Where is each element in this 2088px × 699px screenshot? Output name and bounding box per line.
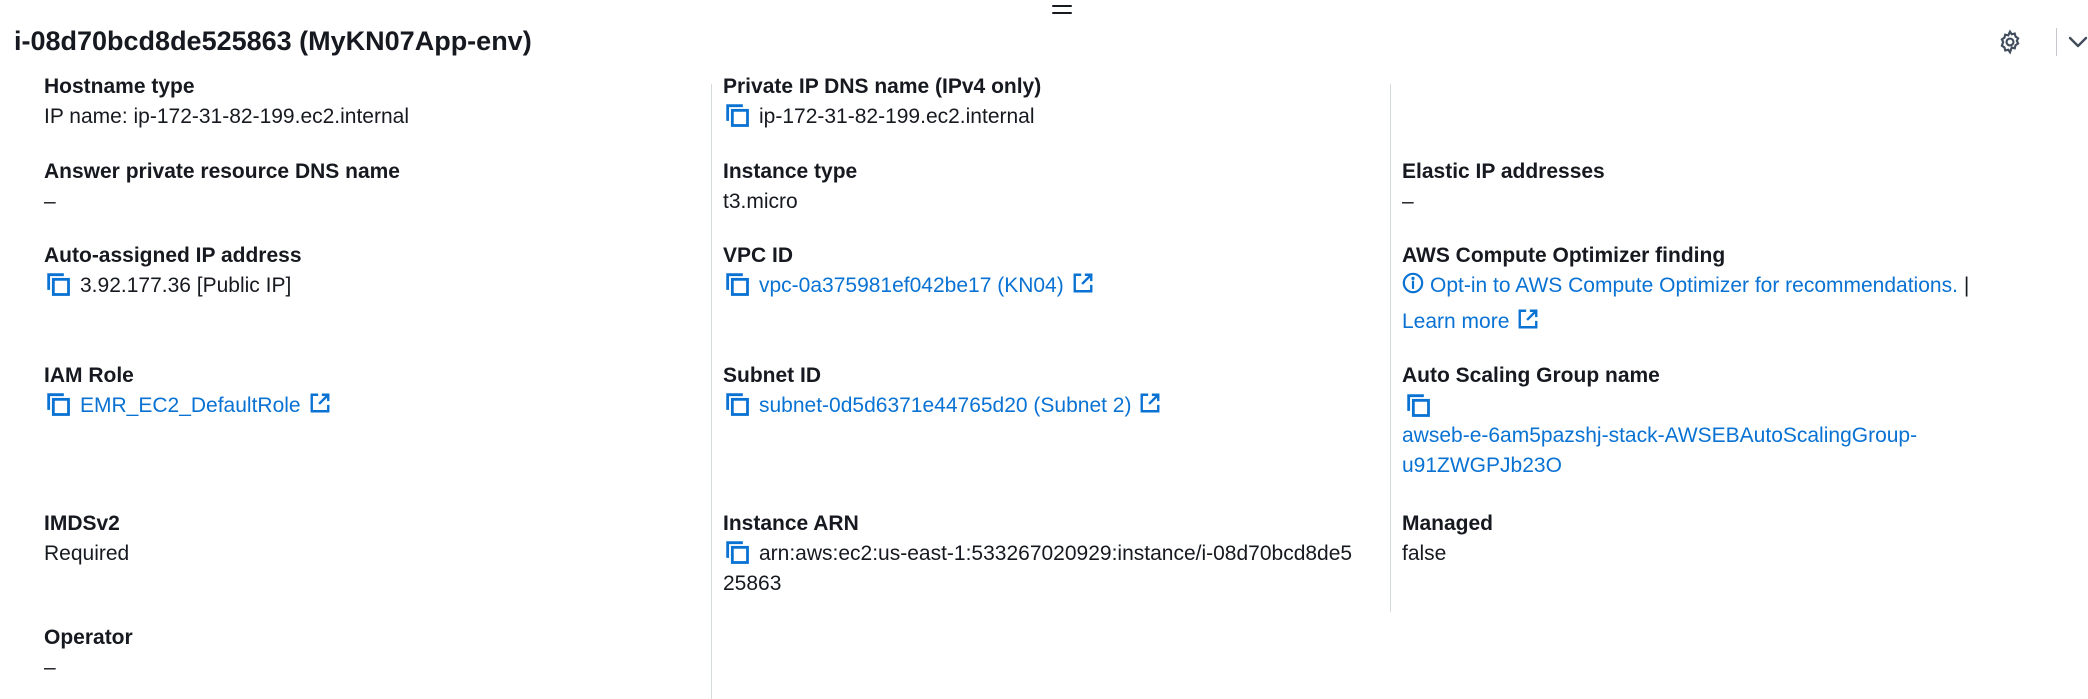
field-label: Auto Scaling Group name [1402, 364, 1660, 387]
copy-icon[interactable] [723, 270, 751, 298]
copy-icon[interactable] [723, 101, 751, 129]
field-label: Hostname type [44, 75, 195, 98]
field-value: – [44, 656, 56, 679]
field-vpc-id: VPC ID vpc-0a375981ef042be17 (KN04) [723, 241, 1094, 301]
chevron-down-icon [2068, 36, 2088, 48]
field-elastic-ip: Elastic IP addresses – [1402, 157, 1605, 217]
field-label: Answer private resource DNS name [44, 160, 400, 183]
settings-button[interactable] [1994, 26, 2026, 58]
field-value: t3.micro [723, 190, 798, 213]
copy-icon[interactable] [723, 390, 751, 418]
instance-details-header: i-08d70bcd8de525863 (MyKN07App-env) [14, 22, 2088, 62]
column-divider-2 [1390, 84, 1391, 612]
copy-icon[interactable] [723, 538, 751, 566]
field-subnet-id: Subnet ID subnet-0d5d6371e44765d20 (Subn… [723, 361, 1161, 421]
field-private-dns: Private IP DNS name (IPv4 only) ip-172-3… [723, 72, 1041, 132]
gear-icon [2000, 29, 2020, 55]
external-link-icon[interactable] [1517, 308, 1539, 330]
copy-icon[interactable] [44, 390, 72, 418]
field-iam-role: IAM Role EMR_EC2_DefaultRole [44, 361, 331, 421]
field-value: – [1402, 190, 1414, 213]
field-label: Subnet ID [723, 364, 821, 387]
field-label: Private IP DNS name (IPv4 only) [723, 75, 1042, 98]
external-link-icon[interactable] [1139, 392, 1161, 414]
field-value: Required [44, 542, 130, 565]
field-auto-assigned-ip: Auto-assigned IP address 3.92.177.36 [Pu… [44, 241, 302, 301]
field-value: – [44, 190, 56, 213]
page-title: i-08d70bcd8de525863 (MyKN07App-env) [14, 26, 532, 56]
field-value: arn:aws:ec2:us-east-1:533267020929:insta… [759, 542, 1353, 565]
optimizer-opt-in-link[interactable]: Opt-in to AWS Compute Optimizer for reco… [1430, 271, 1958, 301]
field-operator: Operator – [44, 623, 133, 683]
field-value: 3.92.177.36 [Public IP] [80, 274, 292, 297]
field-label: IMDSv2 [44, 512, 120, 535]
external-link-icon[interactable] [309, 392, 331, 414]
copy-icon[interactable] [44, 270, 72, 298]
field-instance-arn: Instance ARN arn:aws:ec2:us-east-1:53326… [723, 509, 1352, 599]
learn-more-link[interactable]: Learn more [1402, 307, 1509, 337]
field-value: ip-172-31-82-199.ec2.internal [759, 105, 1035, 128]
field-label: Elastic IP addresses [1402, 160, 1605, 183]
field-label: AWS Compute Optimizer finding [1402, 244, 1726, 267]
field-auto-scaling-group: Auto Scaling Group name awseb-e-6am5pazs… [1402, 361, 1917, 481]
external-link-icon[interactable] [1072, 272, 1094, 294]
column-divider-1 [711, 84, 712, 699]
field-label: VPC ID [723, 244, 794, 267]
field-value-continued: 25863 [723, 572, 782, 595]
field-value: IP name: ip-172-31-82-199.ec2.internal [44, 105, 410, 128]
field-instance-type: Instance type t3.micro [723, 157, 857, 217]
collapse-button[interactable] [2062, 26, 2088, 58]
field-label: Instance ARN [723, 512, 859, 535]
drag-handle-icon[interactable] [1052, 5, 1072, 17]
info-icon [1402, 272, 1424, 294]
field-answer-dns: Answer private resource DNS name – [44, 157, 400, 217]
header-separator [2056, 28, 2057, 56]
copy-icon[interactable] [1404, 391, 1432, 419]
field-compute-optimizer: AWS Compute Optimizer finding Opt-in to … [1402, 241, 1969, 337]
iam-role-link[interactable]: EMR_EC2_DefaultRole [80, 391, 301, 421]
auto-scaling-group-link[interactable]: awseb-e-6am5pazshj-stack-AWSEBAutoScalin… [1402, 421, 1917, 451]
field-hostname-type: Hostname type IP name: ip-172-31-82-199.… [44, 72, 409, 132]
auto-scaling-group-link-continued[interactable]: u91ZWGPJb23O [1402, 451, 1917, 481]
field-label: Managed [1402, 512, 1494, 535]
field-imdsv2: IMDSv2 Required [44, 509, 129, 569]
field-label: IAM Role [44, 364, 134, 387]
vpc-id-link[interactable]: vpc-0a375981ef042be17 (KN04) [759, 271, 1064, 301]
field-label: Instance type [723, 160, 858, 183]
subnet-id-link[interactable]: subnet-0d5d6371e44765d20 (Subnet 2) [759, 391, 1131, 421]
link-separator: | [1963, 274, 1970, 297]
field-label: Operator [44, 626, 133, 649]
field-managed: Managed false [1402, 509, 1493, 569]
field-label: Auto-assigned IP address [44, 244, 302, 267]
field-value: false [1402, 542, 1447, 565]
